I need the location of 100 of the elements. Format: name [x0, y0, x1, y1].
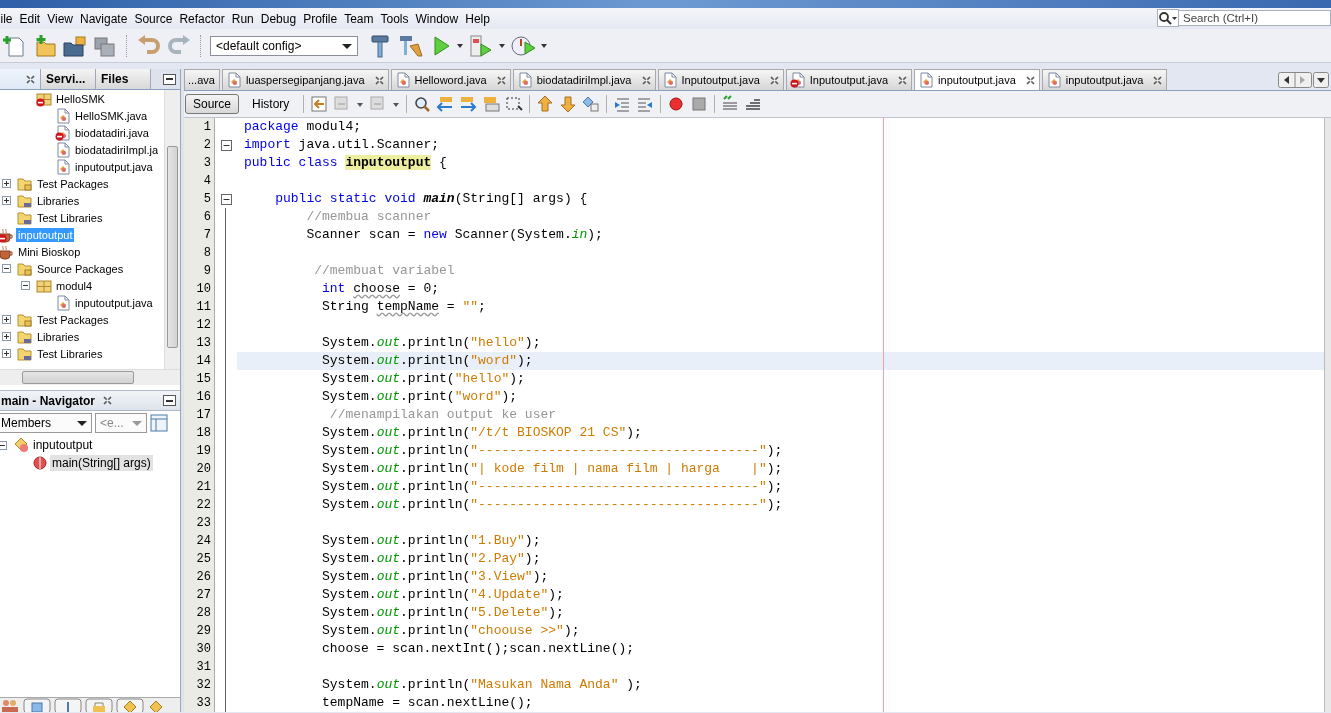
tree-item[interactable]: HelloSMK.java	[73, 108, 150, 123]
record-icon[interactable]	[667, 95, 686, 113]
collapse-icon[interactable]	[21, 281, 30, 290]
tree-item[interactable]: Source Packages	[35, 261, 126, 276]
panel-layout-icon[interactable]	[150, 414, 168, 432]
arrow-left-icon[interactable]	[436, 95, 455, 113]
minimize-button[interactable]	[163, 395, 176, 406]
tree-item[interactable]: Test Libraries	[35, 210, 105, 225]
people-icon[interactable]	[0, 698, 20, 712]
tree-item[interactable]: Mini Bioskop	[16, 244, 83, 259]
tree-item[interactable]: Libraries	[35, 193, 82, 208]
tree-item[interactable]: Test Packages	[35, 176, 111, 191]
menu-item[interactable]: Edit	[16, 11, 44, 26]
down-arrow-icon[interactable]	[559, 95, 578, 113]
close-icon[interactable]	[26, 74, 35, 84]
editor-tab[interactable]: inputoutput.java	[914, 69, 1040, 90]
menu-item[interactable]: Window	[412, 11, 462, 26]
panel-tab[interactable]: Files	[96, 69, 151, 89]
tree-item[interactable]: biodatadiri.java	[73, 125, 151, 140]
collapse-icon[interactable]	[220, 139, 232, 151]
view-tab[interactable]: History	[244, 94, 298, 114]
comment-lines-icon[interactable]	[721, 95, 740, 113]
indent-left-icon[interactable]	[613, 95, 632, 113]
expand-icon[interactable]	[2, 315, 11, 324]
panel-tab[interactable]	[0, 69, 41, 89]
scroll-tabs-icon[interactable]	[1278, 71, 1312, 88]
diamond-icon[interactable]	[116, 698, 144, 712]
tree-item[interactable]: main(String[] args)	[50, 455, 153, 471]
scrollbar[interactable]	[1324, 118, 1331, 712]
view-tab[interactable]: Source	[185, 94, 240, 114]
expand-icon[interactable]	[2, 196, 11, 205]
selection-icon[interactable]	[505, 95, 524, 113]
line-number: 29	[184, 622, 215, 640]
menu-item[interactable]: Source	[130, 11, 176, 26]
dropdown[interactable]: <e...	[95, 413, 147, 433]
minimize-button[interactable]	[163, 73, 176, 85]
editor-tab[interactable]: Helloword.java	[390, 69, 511, 90]
search-icon[interactable]	[1157, 8, 1179, 27]
search-field[interactable]: Search (Ctrl+I)	[1179, 9, 1331, 26]
close-icon[interactable]	[1153, 75, 1163, 85]
expand-icon[interactable]	[2, 332, 11, 341]
menu-item[interactable]: Run	[228, 11, 258, 26]
editor-tab[interactable]: Inputoutput.java	[657, 69, 784, 90]
stop-icon[interactable]	[690, 95, 709, 113]
search-icon[interactable]	[413, 95, 432, 113]
collapse-icon[interactable]	[2, 264, 11, 273]
shapes-icon[interactable]	[582, 95, 601, 113]
scrollbar[interactable]	[164, 90, 180, 369]
config-dropdown[interactable]: <default config>	[210, 35, 358, 56]
class-icon[interactable]	[147, 698, 165, 712]
line-number: 26	[184, 568, 215, 586]
scrollbar[interactable]	[0, 369, 180, 385]
up-arrow-icon[interactable]	[536, 95, 555, 113]
profile-icon[interactable]	[510, 33, 536, 58]
tree-item[interactable]: biodatadiriImpl.ja	[73, 142, 161, 157]
editor-tab[interactable]: biodatadiriImpl.java	[512, 69, 656, 90]
tree-item[interactable]: HelloSMK	[54, 91, 107, 106]
collapse-icon[interactable]	[0, 440, 7, 450]
menu-item[interactable]: View	[43, 11, 77, 26]
line-number: 5	[184, 190, 215, 208]
menu-item[interactable]: ile	[0, 11, 16, 26]
collapse-icon[interactable]	[220, 193, 232, 205]
editor-tab[interactable]: Inputoutput.java	[785, 69, 913, 90]
close-icon[interactable]	[769, 75, 779, 85]
close-icon[interactable]	[641, 75, 651, 85]
tree-item[interactable]: inputoutput.java	[73, 295, 155, 310]
line-icon[interactable]	[54, 698, 82, 712]
close-icon[interactable]	[898, 75, 908, 85]
panel-tab[interactable]: Servi...	[41, 69, 96, 89]
editor-tab[interactable]: inputoutput.java	[1041, 69, 1168, 90]
tree-item[interactable]: inputoutput	[31, 437, 95, 453]
expand-icon[interactable]	[2, 349, 11, 358]
close-icon[interactable]	[496, 75, 506, 85]
menu-item[interactable]: Debug	[257, 11, 300, 26]
tab-list-icon[interactable]	[1313, 71, 1329, 88]
menu-item[interactable]: Help	[461, 11, 494, 26]
close-icon[interactable]	[103, 396, 113, 405]
code-line: System.out.print("word");	[322, 389, 518, 404]
menu-item[interactable]: Team	[340, 11, 377, 26]
tree-item[interactable]: Test Packages	[35, 312, 111, 327]
expand-icon[interactable]	[2, 179, 11, 188]
menu-item[interactable]: Refactor	[175, 11, 229, 26]
open-project-icon[interactable]	[62, 33, 88, 58]
editor-tab[interactable]: luaspersegipanjang.java	[221, 69, 389, 90]
indent-right-icon[interactable]	[636, 95, 655, 113]
members-dropdown[interactable]: Members	[0, 413, 92, 433]
close-icon[interactable]	[374, 75, 384, 85]
menu-item[interactable]: Tools	[377, 11, 413, 26]
menu-item[interactable]: Profile	[299, 11, 341, 26]
arrow-right-icon[interactable]	[459, 95, 478, 113]
tree-item[interactable]: inputoutput.java	[73, 159, 155, 174]
tree-item[interactable]: Test Libraries	[35, 346, 105, 361]
back-icon[interactable]	[310, 95, 329, 113]
editor-tab[interactable]: ...ava	[184, 69, 220, 90]
tree-item[interactable]: Libraries	[35, 329, 82, 344]
menu-item[interactable]: Navigate	[76, 11, 131, 26]
hammer-broom-icon[interactable]	[398, 33, 424, 58]
tree-item[interactable]: modul4	[54, 278, 95, 293]
close-icon[interactable]	[1025, 75, 1035, 85]
line-number: 20	[184, 460, 215, 478]
